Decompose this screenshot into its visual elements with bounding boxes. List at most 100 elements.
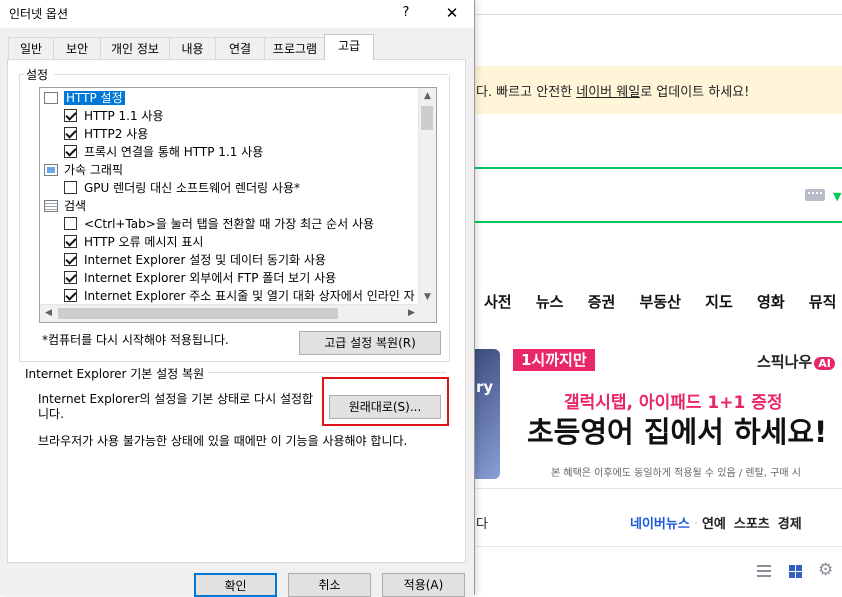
tablet-text: ry [476,378,494,396]
option-label: 프록시 연결을 통해 HTTP 1.1 사용 [84,145,264,159]
horizontal-scrollbar[interactable]: ◀ ▶ [40,304,420,322]
checkbox[interactable] [64,217,77,230]
tree-category-http[interactable]: HTTP 설정 [44,89,125,107]
option-label: Internet Explorer 설정 및 데이터 동기화 사용 [84,253,326,267]
tree-option[interactable]: HTTP 1.1 사용 [64,107,164,125]
tab-privacy[interactable]: 개인 정보 [100,37,170,59]
news-category-link[interactable]: 경제 [778,517,802,532]
scroll-up-icon[interactable]: ▲ [419,88,436,105]
grid-view-icon[interactable] [789,565,802,578]
news-category-link[interactable]: 스포츠 [734,517,770,532]
keyboard-icon[interactable] [805,189,825,201]
checkbox[interactable] [64,127,77,140]
tree-option[interactable]: Internet Explorer 설정 및 데이터 동기화 사용 [64,251,326,269]
dropdown-caret-icon[interactable]: ▼ [833,190,841,203]
checkbox[interactable] [64,181,77,194]
scroll-thumb[interactable] [421,106,433,130]
ad-footnote: 본 혜택은 이후에도 동일하게 적용될 수 있음 / 렌탈, 구매 시 [551,468,801,479]
naver-news-link[interactable]: 네이버뉴스 [630,517,690,532]
divider [470,546,842,547]
search-icon [44,200,58,212]
reset-description: Internet Explorer의 설정을 기본 상태로 다시 설정합니다. [38,392,314,421]
list-view-icon[interactable] [757,565,771,577]
option-label: Internet Explorer 외부에서 FTP 폴더 보기 사용 [84,271,337,285]
update-notice-text: 다. 빠르고 안전한 네이버 웨일로 업데이트 하세요! [476,85,750,100]
nav-item[interactable]: 뉴스 [536,293,564,311]
tab-content[interactable]: 내용 [169,37,216,59]
ad-badge: 1시까지만 [513,349,595,371]
service-nav: 사전 뉴스 증권 부동산 지도 영화 뮤직 책 [484,291,842,312]
tree-category-label: 검색 [64,199,87,213]
scrollbar-corner [419,305,436,322]
tree-category-label: HTTP 설정 [64,91,125,105]
tab-connections[interactable]: 연결 [215,37,265,59]
tree-option[interactable]: GPU 렌더링 대신 소프트웨어 렌더링 사용* [64,179,300,197]
scroll-right-icon[interactable]: ▶ [403,305,420,322]
tab-general[interactable]: 일반 [8,37,54,59]
news-left-text: 다 [476,517,488,532]
separator-dot: · [693,517,698,532]
search-box-top-border [470,167,842,169]
option-label: Internet Explorer 주소 표시줄 및 열기 대화 상자에서 인라… [84,289,415,303]
checkbox[interactable] [64,271,77,284]
checkbox[interactable] [64,145,77,158]
close-button[interactable]: ✕ [441,3,463,23]
image-icon [44,164,58,176]
reset-section-label: Internet Explorer 기본 설정 복원 [25,365,209,382]
tab-programs[interactable]: 프로그램 [264,37,326,59]
checkbox[interactable] [64,109,77,122]
ai-badge: AI [814,357,835,370]
restore-advanced-settings-button[interactable]: 고급 설정 복원(R) [299,331,441,355]
apply-button[interactable]: 적용(A) [382,573,465,597]
tab-advanced[interactable]: 고급 [324,34,374,60]
tree-option[interactable]: Internet Explorer 주소 표시줄 및 열기 대화 상자에서 인라… [64,287,415,305]
tree-option[interactable]: <Ctrl+Tab>을 눌러 탭을 전환할 때 가장 최근 순서 사용 [64,215,374,233]
settings-tree[interactable]: HTTP 설정 HTTP 1.1 사용 HTTP2 사용 프록시 연결을 통해 … [39,87,437,323]
title-bar[interactable]: 인터넷 옵션 ? ✕ [0,0,474,28]
highlight-box [322,377,449,426]
nav-item[interactable]: 영화 [757,293,785,311]
help-button[interactable]: ? [396,3,416,23]
cancel-button[interactable]: 취소 [288,573,371,597]
tree-category-search[interactable]: 검색 [44,197,86,215]
checkbox[interactable] [64,253,77,266]
section-divider [206,372,446,373]
divider [470,488,842,489]
tree-category-label: 가속 그래픽 [64,163,124,177]
tree-option[interactable]: HTTP2 사용 [64,125,148,143]
scroll-down-icon[interactable]: ▼ [419,289,436,306]
ok-button[interactable]: 확인 [194,573,277,597]
top-divider [470,14,842,15]
option-label: HTTP 1.1 사용 [84,109,164,123]
option-label: HTTP 오류 메시지 표시 [84,235,204,249]
nav-item[interactable]: 부동산 [640,293,681,311]
reset-warning: 브라우저가 사용 불가능한 상태에 있을 때에만 이 기능을 사용해야 합니다. [38,434,408,448]
option-label: GPU 렌더링 대신 소프트웨어 렌더링 사용* [84,181,300,195]
news-category-link[interactable]: 연예 [702,517,726,532]
checkbox[interactable] [64,289,77,302]
checkbox[interactable] [64,235,77,248]
page-icon [44,92,58,104]
search-box-bottom-border [470,221,842,223]
tree-option[interactable]: 프록시 연결을 통해 HTTP 1.1 사용 [64,143,263,161]
tree-category-graphics[interactable]: 가속 그래픽 [44,161,123,179]
nav-item[interactable]: 증권 [588,293,616,311]
scroll-left-icon[interactable]: ◀ [40,305,57,322]
tree-option[interactable]: HTTP 오류 메시지 표시 [64,233,203,251]
whale-link[interactable]: 네이버 웨일 [576,85,640,100]
tab-security[interactable]: 보안 [53,37,101,59]
nav-item[interactable]: 사전 [484,293,512,311]
nav-item[interactable]: 지도 [705,293,733,311]
internet-options-dialog: 인터넷 옵션 ? ✕ 일반 보안 개인 정보 내용 연결 프로그램 고급 설정 … [0,0,475,597]
ad-brand: 스픽나우 AI [757,351,835,372]
scroll-thumb[interactable] [58,308,338,319]
tree-option[interactable]: Internet Explorer 외부에서 FTP 폴더 보기 사용 [64,269,336,287]
news-links: 네이버뉴스 · 연예 스포츠 경제 [630,513,810,532]
gear-icon[interactable]: ⚙ [818,562,833,579]
vertical-scrollbar[interactable]: ▲ ▼ [418,88,436,306]
restart-note: *컴퓨터를 다시 시작해야 적용됩니다. [42,333,229,347]
nav-item[interactable]: 뮤직 [809,293,837,311]
dialog-title: 인터넷 옵션 [9,7,69,21]
option-label: HTTP2 사용 [84,127,149,141]
option-label: <Ctrl+Tab>을 눌러 탭을 전환할 때 가장 최근 순서 사용 [84,217,375,231]
